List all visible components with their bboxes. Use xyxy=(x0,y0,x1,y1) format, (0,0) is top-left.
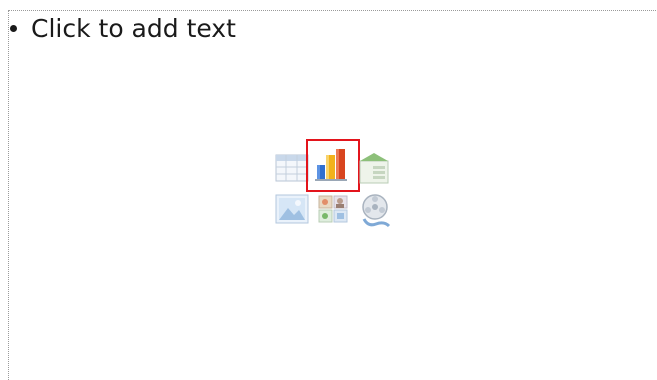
clipart-icon xyxy=(318,195,348,223)
content-icon-grid xyxy=(272,139,398,235)
insert-media-button[interactable] xyxy=(358,191,396,229)
insert-smartart-button[interactable] xyxy=(356,151,394,189)
table-icon xyxy=(275,154,309,182)
smartart-icon xyxy=(359,153,389,184)
slide-canvas: Click to add text xyxy=(0,0,657,380)
insert-chart-button[interactable] xyxy=(312,143,350,181)
insert-picture-button[interactable] xyxy=(274,193,312,231)
picture-icon xyxy=(275,194,309,224)
placeholder-prompt: Click to add text xyxy=(31,13,236,43)
insert-table-button[interactable] xyxy=(274,151,312,189)
placeholder-text-line[interactable]: Click to add text xyxy=(8,10,236,46)
insert-clipart-button[interactable] xyxy=(317,193,355,231)
chart-icon xyxy=(315,149,347,181)
media-clip-icon xyxy=(362,194,391,228)
bullet-icon xyxy=(10,24,17,32)
